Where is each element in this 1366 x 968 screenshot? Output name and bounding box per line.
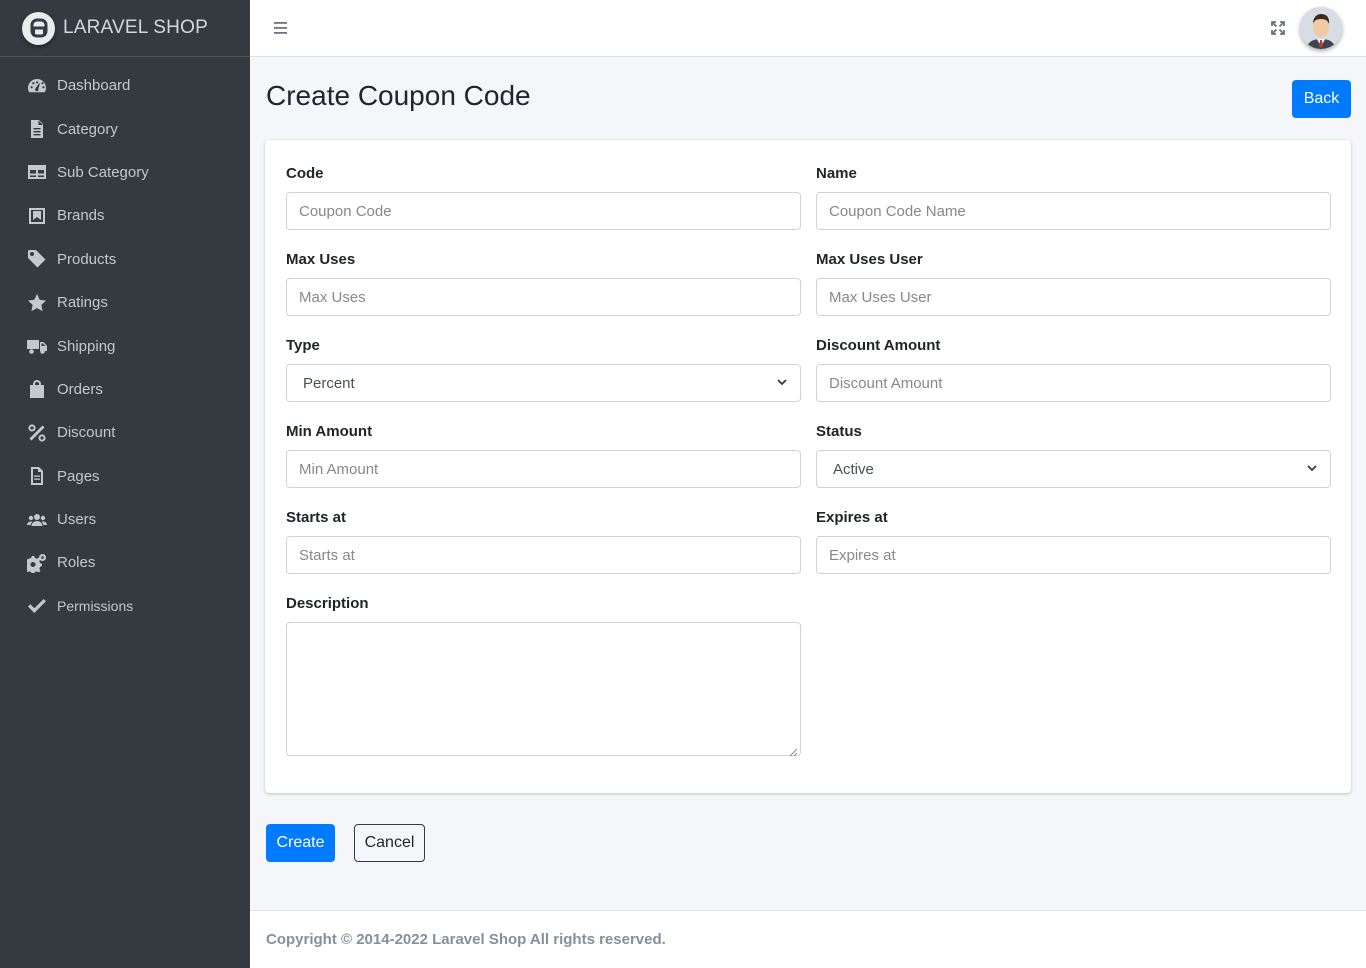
- tag-icon: [26, 249, 48, 269]
- sidebar-item-roles[interactable]: Roles: [0, 541, 250, 584]
- max-uses-field-group: Max Uses Max Uses: [286, 251, 801, 316]
- user-avatar[interactable]: [1300, 7, 1342, 49]
- sidebar-item-dashboard[interactable]: Dashboard: [0, 64, 250, 107]
- users-icon: [26, 510, 48, 530]
- sidebar-item-brands[interactable]: Brands: [0, 194, 250, 237]
- discount-amount-field-group: Discount Amount Discount Amount: [816, 337, 1331, 402]
- max-uses-input[interactable]: Max Uses: [286, 278, 801, 316]
- menu-toggle-icon[interactable]: [272, 18, 290, 38]
- top-navbar: [250, 0, 1366, 57]
- type-select[interactable]: Percent: [286, 364, 801, 402]
- footer: Copyright © 2014-2022 Laravel Shop All r…: [250, 910, 1366, 968]
- starts-at-input[interactable]: Starts at: [286, 536, 801, 574]
- description-label: Description: [286, 595, 369, 612]
- description-field-group: Description: [286, 595, 801, 757]
- status-label: Status: [816, 423, 862, 440]
- sidebar-item-label: Discount: [57, 424, 116, 442]
- chevron-down-icon: [1306, 461, 1318, 478]
- cancel-button[interactable]: Cancel: [354, 824, 425, 862]
- discount-amount-label: Discount Amount: [816, 337, 941, 354]
- percent-icon: [26, 423, 48, 443]
- sidebar-item-label: Shipping: [57, 337, 116, 355]
- name-input[interactable]: Coupon Code Name: [816, 192, 1331, 230]
- sidebar-item-users[interactable]: Users: [0, 498, 250, 541]
- sidebar-item-pages[interactable]: Pages: [0, 455, 250, 498]
- brand-name: LARAVEL SHOP: [63, 17, 208, 38]
- max-uses-user-field-group: Max Uses User Max Uses User: [816, 251, 1331, 316]
- name-label: Name: [816, 165, 857, 182]
- sidebar-item-label: Products: [57, 250, 117, 268]
- page-title: Create Coupon Code: [266, 80, 531, 111]
- resize-handle-icon[interactable]: [789, 744, 798, 757]
- starts-at-field-group: Starts at Starts at: [286, 509, 801, 574]
- sidebar-item-sub-category[interactable]: Sub Category: [0, 151, 250, 194]
- max-uses-label: Max Uses: [286, 251, 356, 268]
- create-button[interactable]: Create: [266, 824, 335, 862]
- fullscreen-icon[interactable]: [1270, 20, 1286, 36]
- status-select[interactable]: Active: [816, 450, 1331, 488]
- type-label: Type: [286, 337, 320, 354]
- discount-amount-input[interactable]: Discount Amount: [816, 364, 1331, 402]
- sidebar-item-label: Category: [57, 120, 118, 138]
- sidebar-item-permissions[interactable]: Permissions: [0, 585, 250, 628]
- brand-link[interactable]: LARAVEL SHOP: [0, 0, 250, 57]
- starts-at-label: Starts at: [286, 509, 347, 526]
- min-amount-input[interactable]: Min Amount: [286, 450, 801, 488]
- sidebar-nav: Dashboard Category Sub Category Brands P…: [0, 57, 250, 628]
- min-amount-field-group: Min Amount Min Amount: [286, 423, 801, 488]
- max-uses-user-label: Max Uses User: [816, 251, 923, 268]
- sidebar-item-discount[interactable]: Discount: [0, 411, 250, 454]
- sidebar-item-label: Users: [57, 511, 97, 529]
- file-icon: [26, 119, 48, 139]
- status-selected-value: Active: [833, 460, 874, 478]
- sidebar-item-products[interactable]: Products: [0, 238, 250, 281]
- cogs-icon: [26, 553, 48, 573]
- sidebar-item-shipping[interactable]: Shipping: [0, 324, 250, 367]
- min-amount-label: Min Amount: [286, 423, 373, 440]
- sidebar: LARAVEL SHOP Dashboard Category Sub Cate…: [0, 0, 250, 968]
- brand-logo-icon: [22, 11, 55, 45]
- sidebar-item-label: Permissions: [57, 598, 134, 615]
- sidebar-item-orders[interactable]: Orders: [0, 368, 250, 411]
- bookmark-icon: [26, 206, 48, 226]
- sidebar-item-label: Brands: [57, 207, 105, 225]
- coupon-form-card: Code Coupon Code Name Coupon Code Name M…: [265, 140, 1351, 793]
- sidebar-item-label: Ratings: [57, 294, 108, 312]
- sidebar-item-label: Dashboard: [57, 77, 131, 95]
- name-field-group: Name Coupon Code Name: [816, 165, 1331, 230]
- shopping-bag-icon: [26, 379, 48, 399]
- code-input[interactable]: Coupon Code: [286, 192, 801, 230]
- sidebar-item-label: Orders: [57, 380, 103, 398]
- expires-at-field-group: Expires at Expires at: [816, 509, 1331, 574]
- sidebar-item-category[interactable]: Category: [0, 107, 250, 150]
- sidebar-item-label: Pages: [57, 467, 100, 485]
- type-field-group: Type Percent: [286, 337, 801, 402]
- sidebar-item-label: Roles: [57, 554, 96, 572]
- chevron-down-icon: [776, 375, 788, 392]
- star-icon: [26, 293, 48, 313]
- code-field-group: Code Coupon Code: [286, 165, 801, 230]
- back-button[interactable]: Back: [1292, 80, 1351, 118]
- expires-at-input[interactable]: Expires at: [816, 536, 1331, 574]
- table-icon: [26, 162, 48, 182]
- status-field-group: Status Active: [816, 423, 1331, 488]
- file-alt-icon: [26, 466, 48, 486]
- description-textarea[interactable]: [286, 622, 801, 757]
- copyright-text: Copyright © 2014-2022 Laravel Shop All r…: [266, 931, 666, 948]
- sidebar-item-ratings[interactable]: Ratings: [0, 281, 250, 324]
- dashboard-icon: [26, 76, 48, 96]
- expires-at-label: Expires at: [816, 509, 888, 526]
- code-label: Code: [286, 165, 324, 182]
- type-selected-value: Percent: [303, 374, 355, 392]
- truck-icon: [26, 336, 48, 356]
- check-icon: [26, 596, 48, 616]
- sidebar-item-label: Sub Category: [57, 163, 149, 181]
- max-uses-user-input[interactable]: Max Uses User: [816, 278, 1331, 316]
